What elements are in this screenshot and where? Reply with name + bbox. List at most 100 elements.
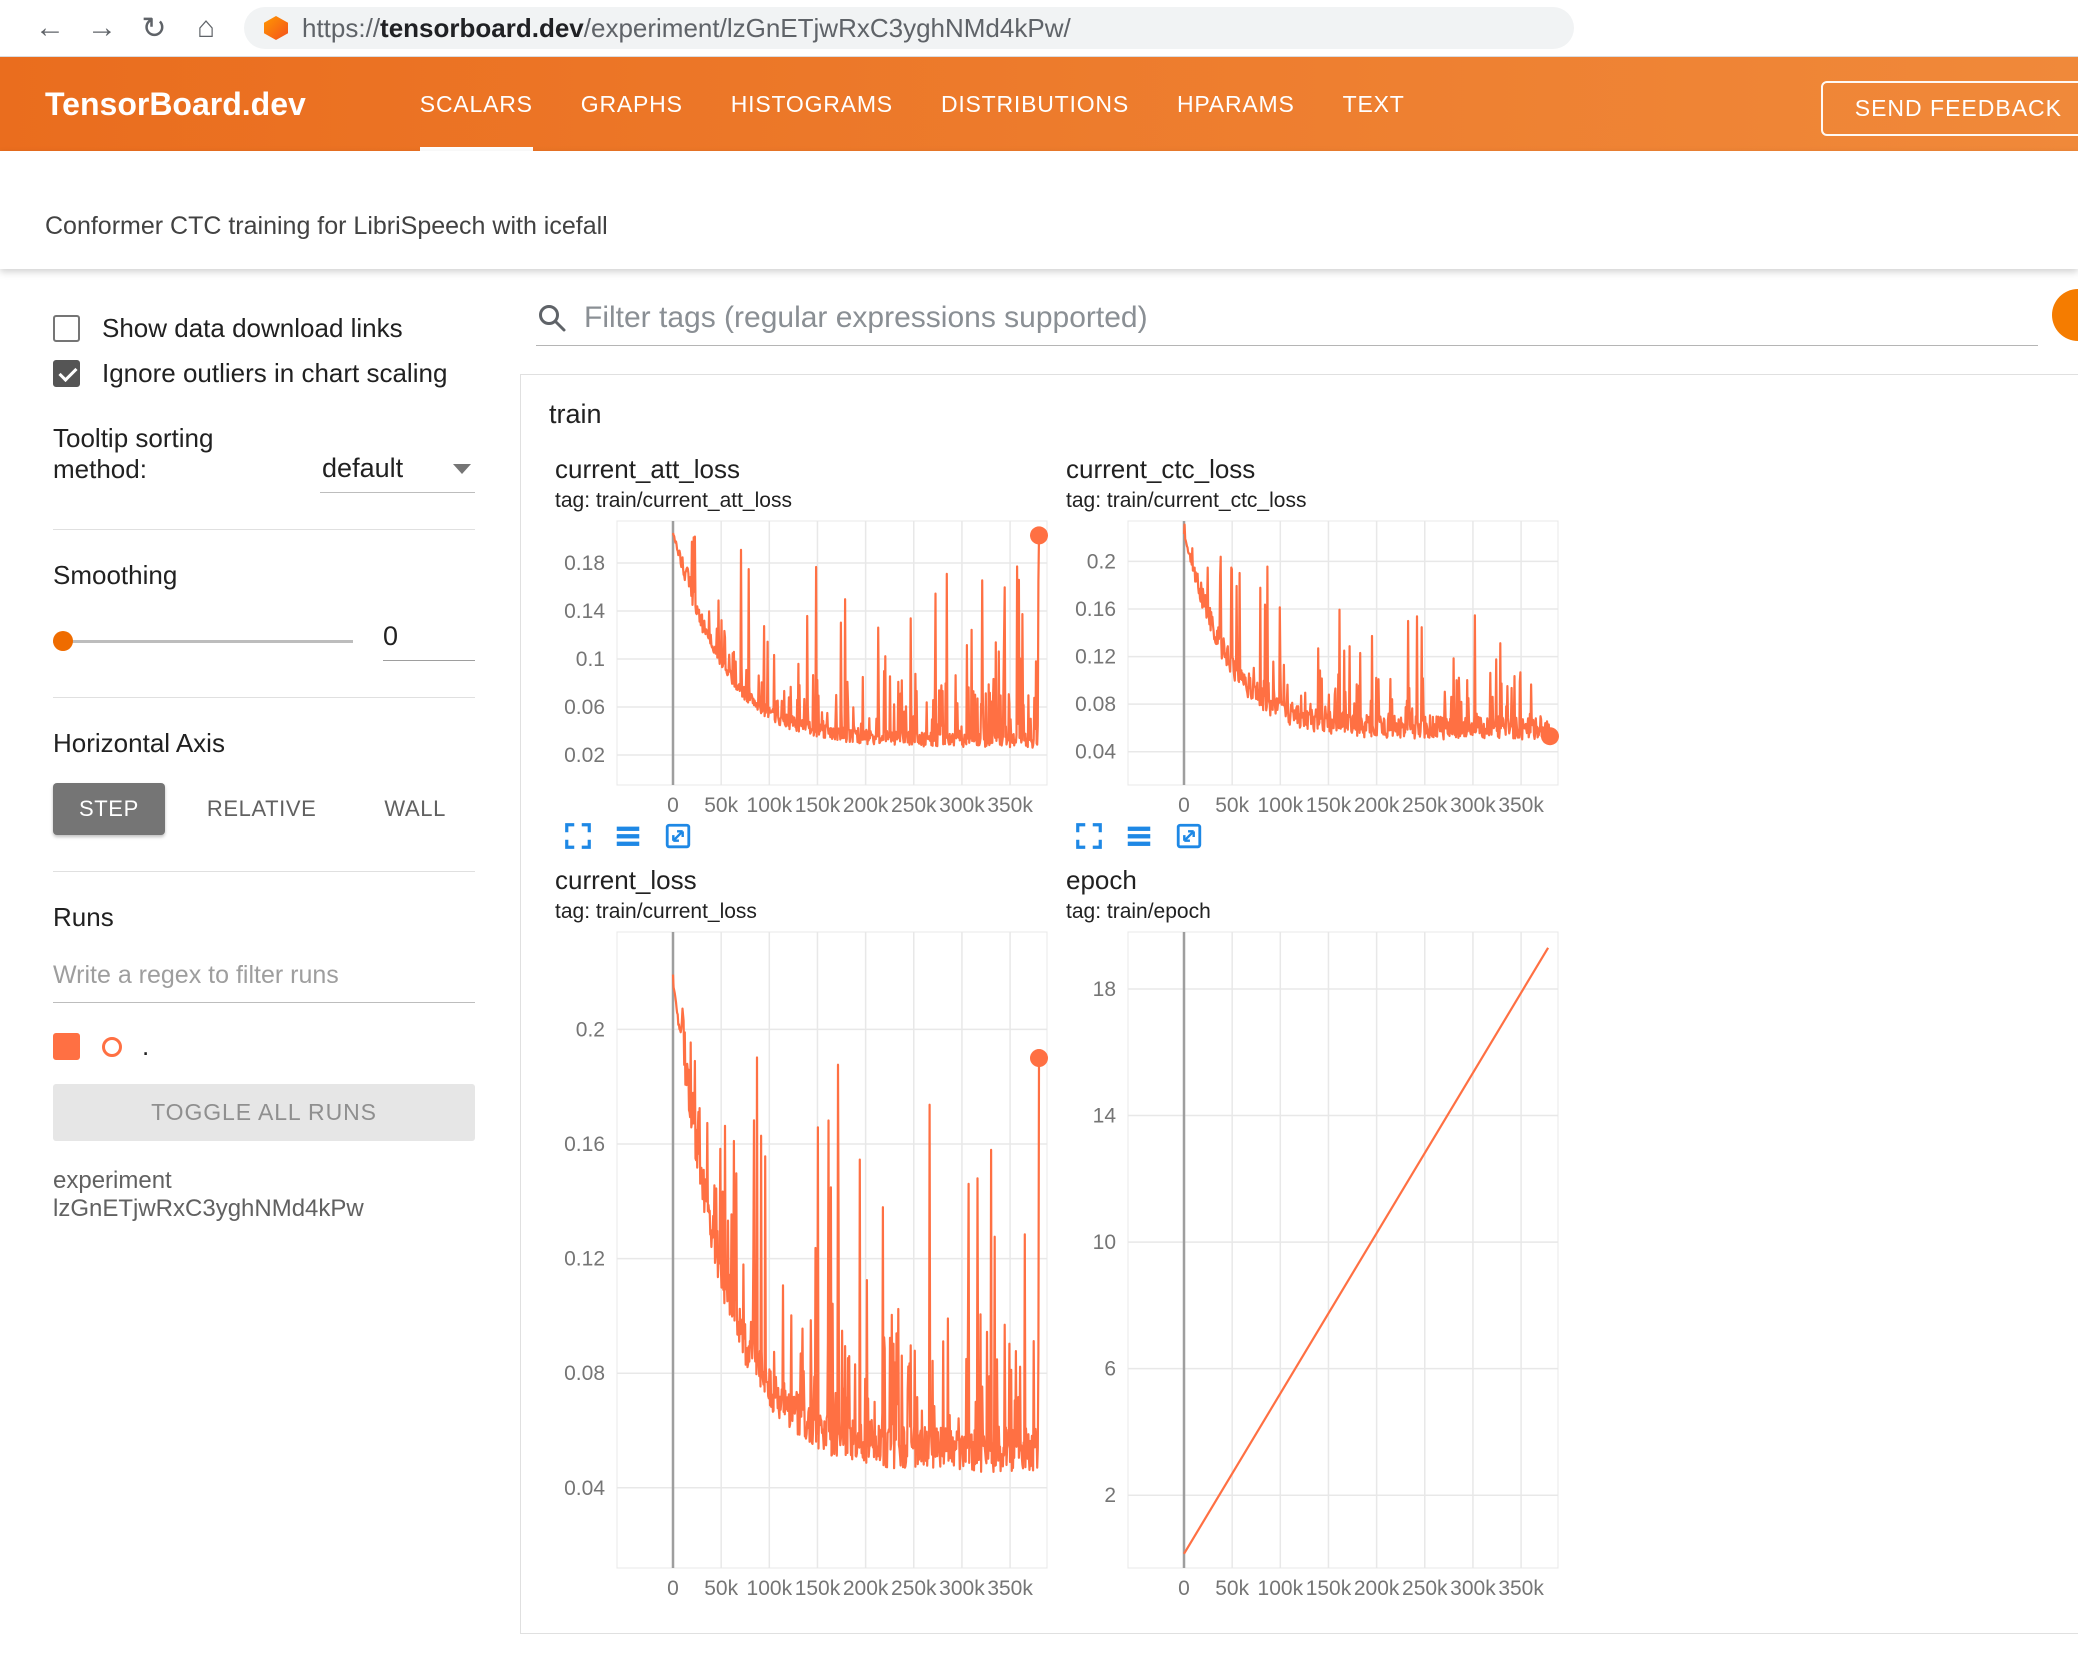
- smoothing-slider[interactable]: [53, 631, 353, 651]
- search-icon: [539, 305, 566, 332]
- svg-text:200k: 200k: [843, 794, 889, 817]
- svg-text:300k: 300k: [939, 1577, 985, 1600]
- svg-text:0.16: 0.16: [1075, 598, 1116, 621]
- tensorboard-favicon-icon: [264, 16, 288, 40]
- run-checkbox[interactable]: [53, 1033, 80, 1060]
- svg-text:0: 0: [667, 1577, 679, 1600]
- tag-filter-input[interactable]: [584, 301, 2038, 335]
- data-table-icon[interactable]: [1124, 821, 1154, 851]
- forward-icon[interactable]: →: [76, 11, 128, 45]
- haxis-step-button[interactable]: STEP: [53, 783, 165, 835]
- chart-title: current_att_loss: [555, 454, 740, 484]
- fit-domain-icon[interactable]: [1174, 821, 1204, 851]
- reload-icon[interactable]: ↻: [128, 11, 180, 46]
- haxis-wall-button[interactable]: WALL: [358, 783, 472, 835]
- charts-grid: current_att_loss tag: train/current_att_…: [521, 448, 2078, 1602]
- tab-distributions[interactable]: DISTRIBUTIONS: [917, 57, 1153, 151]
- svg-text:6: 6: [1104, 1358, 1116, 1381]
- svg-text:50k: 50k: [1215, 794, 1249, 817]
- chart-title: current_loss: [555, 865, 697, 895]
- svg-text:150k: 150k: [795, 1577, 841, 1600]
- tooltip-sorting-row: Tooltip sorting method: default: [53, 423, 475, 493]
- smoothing-value-input[interactable]: 0: [383, 621, 475, 661]
- address-bar[interactable]: https://tensorboard.dev/experiment/lzGnE…: [244, 7, 1574, 49]
- chevron-down-icon: [453, 463, 471, 474]
- chart-toolbar: [1066, 821, 1571, 851]
- runs-regex-input[interactable]: [53, 953, 475, 1003]
- divider: [53, 871, 475, 872]
- run-name: .: [142, 1031, 150, 1061]
- ignore-outliers-checkbox[interactable]: [53, 360, 80, 387]
- slider-thumb[interactable]: [53, 631, 73, 651]
- send-feedback-button[interactable]: SEND FEEDBACK: [1820, 81, 2078, 136]
- train-group-card: train current_att_loss tag: train/curren…: [520, 374, 2078, 1634]
- svg-text:0.2: 0.2: [576, 1018, 605, 1041]
- svg-text:350k: 350k: [1498, 794, 1544, 817]
- svg-text:0: 0: [667, 794, 679, 817]
- toggle-all-runs-button[interactable]: TOGGLE ALL RUNS: [53, 1084, 475, 1141]
- svg-text:0.2: 0.2: [1087, 550, 1116, 573]
- svg-text:100k: 100k: [1258, 1577, 1304, 1600]
- chart-tag: tag: train/current_ctc_loss: [1066, 489, 1307, 512]
- browser-chrome: ← → ↻ ⌂ https://tensorboard.dev/experime…: [0, 0, 2078, 57]
- chart-card-current-ctc-loss: current_ctc_loss tag: train/current_ctc_…: [1066, 454, 1571, 851]
- back-icon[interactable]: ←: [24, 11, 76, 45]
- horizontal-axis-label: Horizontal Axis: [53, 728, 225, 758]
- experiment-id-note: experiment lzGnETjwRxC3yghNMd4kPw: [53, 1167, 364, 1222]
- svg-text:250k: 250k: [891, 1577, 937, 1600]
- chart-title: current_ctc_loss: [1066, 454, 1256, 484]
- fit-domain-icon[interactable]: [663, 821, 693, 851]
- svg-text:0.08: 0.08: [1075, 693, 1116, 716]
- experiment-subtitle-band: Conformer CTC training for LibriSpeech w…: [0, 151, 2078, 269]
- nav-tabs: SCALARS GRAPHS HISTOGRAMS DISTRIBUTIONS …: [396, 57, 1429, 151]
- fullscreen-icon[interactable]: [1074, 821, 1104, 851]
- smoothing-label: Smoothing: [53, 560, 178, 590]
- show-download-label: Show data download links: [102, 313, 403, 343]
- svg-text:0.04: 0.04: [564, 1477, 605, 1500]
- svg-text:0.08: 0.08: [564, 1362, 605, 1385]
- run-color-swatch[interactable]: [102, 1036, 122, 1057]
- tab-text[interactable]: TEXT: [1319, 57, 1429, 151]
- scalars-main: train current_att_loss tag: train/curren…: [520, 269, 2078, 1665]
- tooltip-sorting-select[interactable]: default: [320, 453, 475, 493]
- svg-text:150k: 150k: [1306, 1577, 1352, 1600]
- line-chart-epoch[interactable]: 2 6 10 14 18 0 50k 100k 150k 200k 250k 300k 350k: [1066, 926, 1566, 1602]
- tab-hparams[interactable]: HPARAMS: [1153, 57, 1319, 151]
- help-fab-partial[interactable]: [2052, 289, 2078, 341]
- train-group-header[interactable]: train: [521, 375, 2078, 448]
- line-chart-current-att-loss[interactable]: 0.020.060.10.140.180 50k 100k 150k 200k 250k 3…: [555, 515, 1055, 819]
- show-download-row: Show data download links: [53, 313, 475, 344]
- smoothing-row: 0: [53, 621, 475, 661]
- svg-text:0.1: 0.1: [576, 648, 605, 671]
- tooltip-sorting-label: Tooltip sorting method:: [53, 423, 214, 484]
- svg-text:0.06: 0.06: [564, 696, 605, 719]
- chart-card-current-att-loss: current_att_loss tag: train/current_att_…: [555, 454, 1060, 851]
- ignore-outliers-label: Ignore outliers in chart scaling: [102, 358, 448, 388]
- svg-text:300k: 300k: [939, 794, 985, 817]
- svg-text:200k: 200k: [843, 1577, 889, 1600]
- data-table-icon[interactable]: [613, 821, 643, 851]
- home-icon[interactable]: ⌂: [180, 11, 232, 45]
- tab-scalars[interactable]: SCALARS: [396, 57, 557, 151]
- line-chart-current-loss[interactable]: 0.040.080.120.160.20 50k 100k 150k 200k 250k 3…: [555, 926, 1055, 1602]
- chart-tag: tag: train/epoch: [1066, 900, 1211, 923]
- tab-graphs[interactable]: GRAPHS: [557, 57, 707, 151]
- run-list-item: .: [53, 1031, 475, 1062]
- chart-toolbar: [555, 821, 1060, 851]
- svg-text:250k: 250k: [1402, 794, 1448, 817]
- chart-title: epoch: [1066, 865, 1137, 895]
- tab-histograms[interactable]: HISTOGRAMS: [707, 57, 917, 151]
- svg-text:50k: 50k: [704, 794, 738, 817]
- show-download-checkbox[interactable]: [53, 315, 80, 342]
- line-chart-current-ctc-loss[interactable]: 0.040.080.120.160.20 50k 100k 150k 200k 250k 3…: [1066, 515, 1566, 819]
- settings-sidebar: Show data download links Ignore outliers…: [0, 269, 520, 1665]
- svg-text:300k: 300k: [1450, 1577, 1496, 1600]
- divider: [53, 529, 475, 530]
- fullscreen-icon[interactable]: [563, 821, 593, 851]
- svg-text:50k: 50k: [704, 1577, 738, 1600]
- svg-text:0.16: 0.16: [564, 1133, 605, 1156]
- url-text: https://tensorboard.dev/experiment/lzGnE…: [302, 12, 1071, 43]
- haxis-relative-button[interactable]: RELATIVE: [181, 783, 343, 835]
- svg-text:0: 0: [1178, 1577, 1190, 1600]
- tag-filter-row: [536, 301, 2038, 346]
